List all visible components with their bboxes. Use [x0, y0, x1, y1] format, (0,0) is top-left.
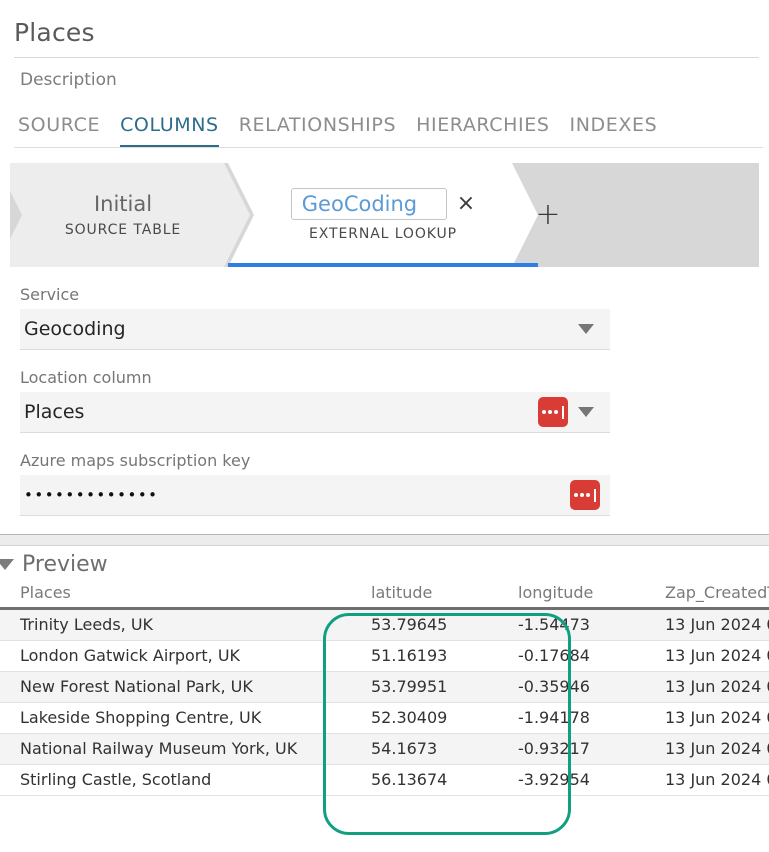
table-cell: Trinity Leeds, UK — [0, 609, 343, 641]
table-cell: 53.79951 — [343, 672, 491, 703]
formula-icon[interactable] — [570, 480, 600, 510]
table-cell: -0.35946 — [491, 672, 645, 703]
table-cell: Stirling Castle, Scotland — [0, 765, 343, 796]
table-cell: -1.94178 — [491, 703, 645, 734]
table-row[interactable]: National Railway Museum York, UK54.1673-… — [0, 734, 769, 765]
table-cell: Lakeside Shopping Centre, UK — [0, 703, 343, 734]
field-label: Location column — [20, 368, 769, 387]
table-cell: 54.1673 — [343, 734, 491, 765]
table-cell: New Forest National Park, UK — [0, 672, 343, 703]
tab-source[interactable]: SOURCE — [18, 114, 100, 148]
table-row[interactable]: Trinity Leeds, UK53.79645-1.5447313 Jun … — [0, 609, 769, 641]
table-cell: National Railway Museum York, UK — [0, 734, 343, 765]
table-cell: 13 Jun 2024 00:49:26 — [645, 765, 769, 796]
pipeline-stage-geocoding[interactable]: × EXTERNAL LOOKUP — [228, 163, 538, 267]
field-value[interactable]: Geocoding — [20, 318, 578, 340]
field-label: Service — [20, 285, 769, 304]
tab-bar-divider — [14, 147, 763, 148]
description-field[interactable]: Description — [0, 58, 769, 100]
preview-title: Preview — [22, 552, 108, 577]
table-cell: 53.79645 — [343, 609, 491, 641]
table-column-header[interactable]: latitude — [343, 581, 491, 609]
tab-columns[interactable]: COLUMNS — [120, 114, 219, 148]
table-cell: 13 Jun 2024 00:49:26 — [645, 609, 769, 641]
pipeline-bar: Initial SOURCE TABLE × EXTERNAL LOOKUP + — [10, 163, 759, 267]
table-column-header[interactable]: Places — [0, 581, 343, 609]
table-cell: -1.54473 — [491, 609, 645, 641]
pipeline-stage-name: Initial — [94, 192, 152, 216]
close-icon[interactable]: × — [457, 193, 475, 215]
field-control[interactable]: ••••••••••••• — [20, 475, 610, 516]
pipeline-stage-name-input[interactable] — [291, 188, 447, 220]
table-column-header[interactable]: longitude — [491, 581, 645, 609]
chevron-down-icon[interactable] — [0, 559, 14, 570]
tab-indexes[interactable]: INDEXES — [570, 114, 658, 148]
chevron-down-icon[interactable] — [578, 407, 594, 417]
field-control[interactable]: Places — [20, 392, 610, 433]
add-stage-button[interactable]: + — [518, 163, 586, 267]
pipeline-stage-type: SOURCE TABLE — [65, 222, 181, 238]
table-cell: 13 Jun 2024 00:49:26 — [645, 703, 769, 734]
pipeline-stage-initial[interactable]: Initial SOURCE TABLE — [10, 163, 250, 267]
table-column-header[interactable]: Zap_CreatedTime — [645, 581, 769, 609]
table-cell: -0.93217 — [491, 734, 645, 765]
table-cell: 52.30409 — [343, 703, 491, 734]
field-label: Azure maps subscription key — [20, 451, 769, 470]
table-cell: -3.92954 — [491, 765, 645, 796]
tab-hierarchies[interactable]: HIERARCHIES — [416, 114, 549, 148]
table-cell: -0.17684 — [491, 641, 645, 672]
field-control[interactable]: Geocoding — [20, 309, 610, 350]
plus-icon[interactable]: + — [535, 200, 560, 230]
tab-bar: SOURCE COLUMNS RELATIONSHIPS HIERARCHIES IND… — [0, 100, 769, 148]
table-row[interactable]: Lakeside Shopping Centre, UK52.30409-1.9… — [0, 703, 769, 734]
chevron-down-icon[interactable] — [578, 324, 594, 334]
table-cell: 56.13674 — [343, 765, 491, 796]
table-cell: 13 Jun 2024 00:49:26 — [645, 672, 769, 703]
form-field: Service Geocoding — [0, 285, 769, 350]
table-cell: London Gatwick Airport, UK — [0, 641, 343, 672]
form-field: Azure maps subscription key ••••••••••••• — [0, 451, 769, 516]
active-stage-underline — [228, 263, 538, 267]
preview-header[interactable]: Preview — [0, 546, 769, 577]
preview-table: PlaceslatitudelongitudeZap_CreatedTime T… — [0, 581, 769, 796]
table-cell: 13 Jun 2024 00:49:26 — [645, 641, 769, 672]
field-value[interactable]: ••••••••••••• — [20, 486, 570, 504]
table-header-row: PlaceslatitudelongitudeZap_CreatedTime — [0, 581, 769, 609]
table-row[interactable]: New Forest National Park, UK53.79951-0.3… — [0, 672, 769, 703]
field-value[interactable]: Places — [20, 401, 538, 423]
form-field: Location column Places — [0, 368, 769, 433]
table-cell: 51.16193 — [343, 641, 491, 672]
table-row[interactable]: Stirling Castle, Scotland56.13674-3.9295… — [0, 765, 769, 796]
preview-band — [0, 535, 769, 546]
table-row[interactable]: London Gatwick Airport, UK51.16193-0.176… — [0, 641, 769, 672]
tab-relationships[interactable]: RELATIONSHIPS — [239, 114, 396, 148]
table-cell: 13 Jun 2024 00:49:26 — [645, 734, 769, 765]
pipeline-stage-type: EXTERNAL LOOKUP — [309, 226, 457, 242]
page-title: Places — [0, 0, 769, 57]
formula-icon[interactable] — [538, 397, 568, 427]
settings-form: Service Geocoding Location column Places Azu… — [0, 267, 769, 516]
